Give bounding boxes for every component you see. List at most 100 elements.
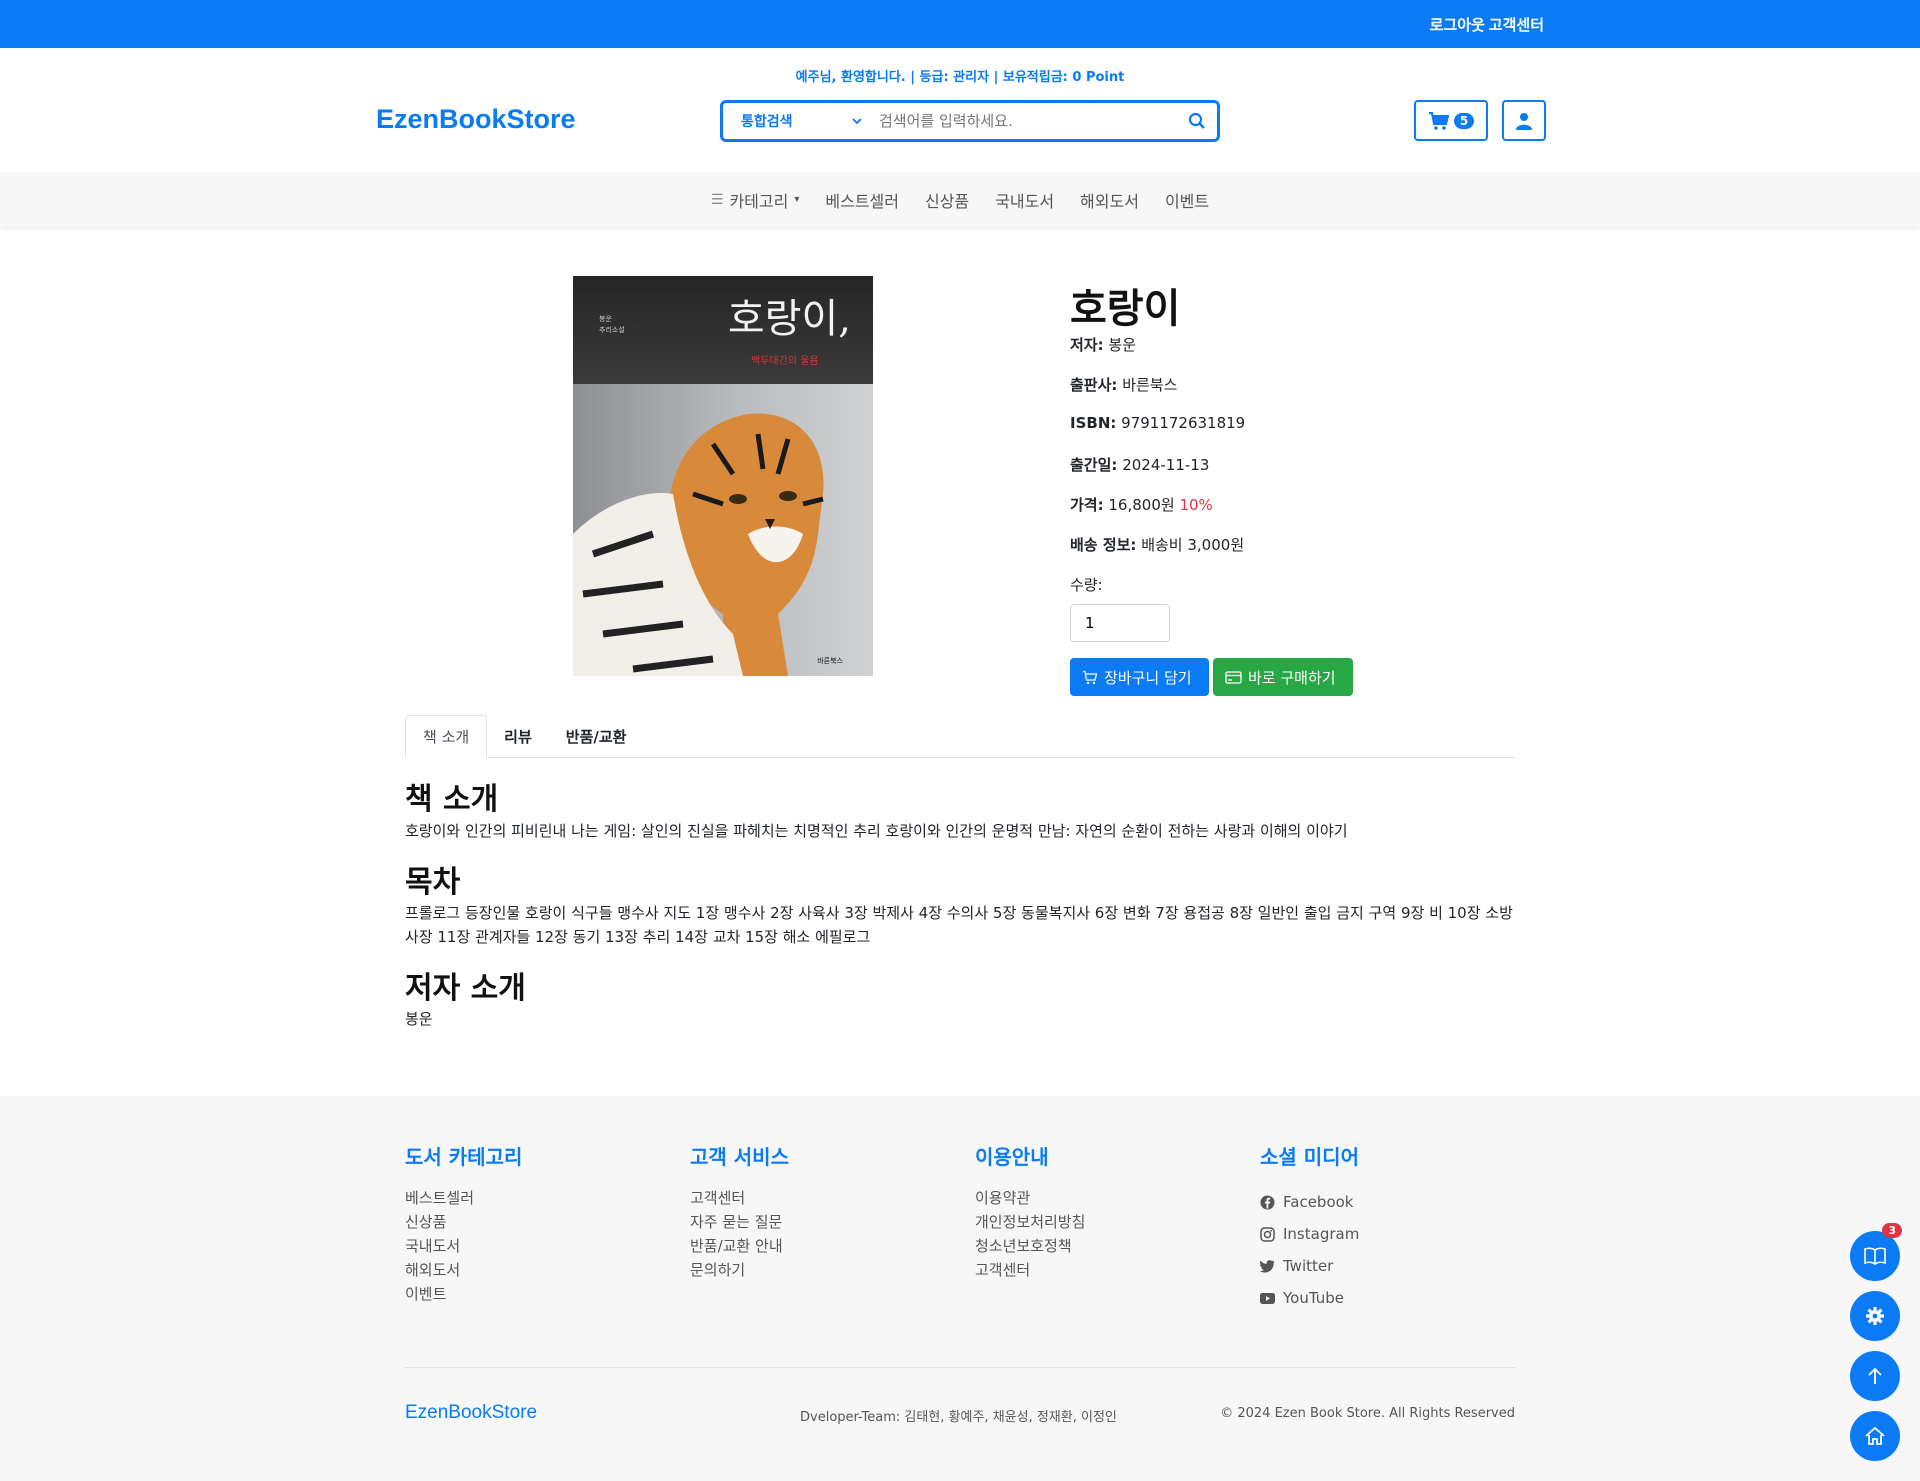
recent-books-button[interactable]: 3 — [1850, 1223, 1902, 1281]
logout-link[interactable]: 로그아웃 — [1430, 14, 1485, 35]
search-input[interactable] — [873, 103, 1177, 139]
search-icon — [1188, 112, 1205, 129]
search-scope-select[interactable]: 통합검색 — [723, 103, 873, 139]
publisher-row: 출판사: 바른북스 — [1070, 376, 1178, 394]
nav-bestseller[interactable]: 베스트셀러 — [825, 188, 899, 212]
footer-divider — [405, 1367, 1515, 1368]
nav-category[interactable]: ☰ 카테고리 ▾ — [711, 188, 799, 212]
cover-title-band: 봉운 추리소설 호랑이, 백두대간의 울음 — [573, 276, 873, 384]
footer-social: 소셜 미디어 Facebook Instagram Twitter YouTub… — [1260, 1141, 1359, 1314]
settings-button[interactable] — [1850, 1291, 1900, 1341]
youtube-icon — [1260, 1292, 1275, 1304]
footer-link-domestic[interactable]: 국내도서 — [405, 1234, 522, 1258]
facebook-icon — [1260, 1195, 1275, 1209]
nav-new[interactable]: 신상품 — [925, 188, 969, 212]
footer-link-bestseller[interactable]: 베스트셀러 — [405, 1186, 522, 1210]
price-value: 16,800원 — [1108, 496, 1175, 514]
gear-icon — [1866, 1307, 1884, 1325]
footer-link-youth[interactable]: 청소년보호정책 — [975, 1234, 1085, 1258]
top-bar: 로그아웃 고객센터 — [0, 0, 1920, 48]
buy-now-button[interactable]: 바로 구매하기 — [1213, 658, 1353, 696]
footer-link-event[interactable]: 이벤트 — [405, 1282, 522, 1306]
cart-count-badge: 5 — [1453, 112, 1475, 129]
footer-categories-title: 도서 카테고리 — [405, 1145, 523, 1169]
nav-category-label: 카테고리 — [729, 191, 789, 211]
facebook-link[interactable]: Facebook — [1260, 1186, 1359, 1218]
user-button[interactable] — [1502, 100, 1546, 141]
tiger-photo: 바른북스 — [573, 384, 873, 676]
book-title: 호랑이 — [1070, 286, 1181, 332]
date-row: 출간일: 2024-11-13 — [1070, 456, 1210, 474]
site-logo[interactable]: EzenBookStore — [376, 104, 576, 135]
tab-returns[interactable]: 반품/교환 — [549, 715, 644, 758]
footer-link-terms[interactable]: 이용약관 — [975, 1186, 1085, 1210]
cart-button[interactable]: 5 — [1414, 100, 1488, 141]
tab-book-intro[interactable]: 책 소개 — [405, 715, 488, 758]
home-button[interactable] — [1850, 1411, 1900, 1461]
nav-event[interactable]: 이벤트 — [1165, 188, 1209, 212]
twitter-link[interactable]: Twitter — [1260, 1250, 1359, 1282]
cart-icon — [1083, 670, 1098, 684]
twitter-icon — [1260, 1259, 1275, 1272]
footer-link-faq[interactable]: 자주 묻는 질문 — [690, 1210, 789, 1234]
scroll-top-button[interactable] — [1850, 1351, 1900, 1401]
caret-down-icon: ▾ — [794, 194, 800, 205]
footer-link-inquiry[interactable]: 문의하기 — [690, 1258, 789, 1282]
arrow-up-icon — [1868, 1367, 1882, 1384]
isbn-row: ISBN: 9791172631819 — [1070, 414, 1246, 432]
footer-link-privacy[interactable]: 개인정보처리방침 — [975, 1210, 1085, 1234]
add-to-cart-label: 장바구니 담기 — [1104, 668, 1192, 687]
quantity-input[interactable] — [1070, 604, 1170, 642]
main-nav: ☰ 카테고리 ▾ 베스트셀러 신상품 국내도서 해외도서 이벤트 — [0, 172, 1920, 227]
credit-card-icon — [1225, 670, 1242, 684]
footer-link-new[interactable]: 신상품 — [405, 1210, 522, 1234]
intro-text: 호랑이와 인간의 피비린내 나는 게임: 살인의 진실을 파헤치는 치명적인 추… — [405, 822, 1348, 840]
publisher-value: 바른북스 — [1122, 376, 1178, 394]
search-button[interactable] — [1177, 103, 1217, 139]
author-row: 저자: 봉운 — [1070, 336, 1136, 354]
footer-guide: 이용안내 이용약관 개인정보처리방침 청소년보호정책 고객센터 — [975, 1141, 1085, 1282]
cover-title: 호랑이, — [727, 296, 851, 342]
footer-link-foreign[interactable]: 해외도서 — [405, 1258, 522, 1282]
youtube-link[interactable]: YouTube — [1260, 1282, 1359, 1314]
footer-link-customer-center[interactable]: 고객센터 — [690, 1186, 789, 1210]
welcome-message: 예주님, 환영합니다. | 등급: 관리자 | 보유적립금: 0 Point — [795, 70, 1125, 85]
footer-link-returns[interactable]: 반품/교환 안내 — [690, 1234, 789, 1258]
cover-author-text: 봉운 추리소설 — [599, 315, 625, 334]
cart-icon — [1428, 111, 1450, 130]
cover-publisher: 바른북스 — [817, 657, 843, 665]
top-links: 로그아웃 고객센터 — [1430, 14, 1544, 35]
footer-social-title: 소셜 미디어 — [1260, 1145, 1359, 1169]
intro-heading: 책 소개 — [405, 782, 499, 817]
shipping-value: 배송비 3,000원 — [1141, 536, 1245, 554]
home-icon — [1865, 1427, 1885, 1445]
quantity-label: 수량: — [1070, 576, 1103, 594]
footer-brand[interactable]: EzenBookStore — [405, 1402, 537, 1424]
author-heading: 저자 소개 — [405, 971, 526, 1006]
instagram-icon — [1260, 1226, 1275, 1242]
price-row: 가격: 16,800원 10% — [1070, 496, 1213, 514]
date-value: 2024-11-13 — [1122, 456, 1210, 474]
recent-count-badge: 3 — [1882, 1223, 1902, 1238]
isbn-value: 9791172631819 — [1121, 414, 1246, 432]
add-to-cart-button[interactable]: 장바구니 담기 — [1070, 658, 1209, 696]
shipping-row: 배송 정보: 배송비 3,000원 — [1070, 536, 1245, 554]
footer-developers: Dveloper-Team: 김태현, 황예주, 채윤성, 정재환, 이정인 — [800, 1410, 1117, 1425]
nav-foreign[interactable]: 해외도서 — [1080, 188, 1139, 212]
toc-heading: 목차 — [405, 865, 461, 900]
chevron-down-icon — [852, 118, 862, 125]
search-scope-label: 통합검색 — [741, 114, 793, 130]
search-bar: 통합검색 — [720, 100, 1220, 142]
footer-link-customer-center-2[interactable]: 고객센터 — [975, 1258, 1085, 1282]
detail-tabs: 책 소개 리뷰 반품/교환 — [405, 715, 1515, 758]
footer-categories: 도서 카테고리 베스트셀러 신상품 국내도서 해외도서 이벤트 — [405, 1141, 522, 1306]
author-text: 봉운 — [405, 1010, 433, 1028]
tab-reviews[interactable]: 리뷰 — [487, 715, 549, 758]
instagram-link[interactable]: Instagram — [1260, 1218, 1359, 1250]
author-value: 봉운 — [1108, 336, 1136, 354]
discount-value: 10% — [1179, 496, 1213, 514]
customer-center-link[interactable]: 고객센터 — [1489, 14, 1544, 35]
nav-domestic[interactable]: 국내도서 — [995, 188, 1054, 212]
user-icon — [1516, 112, 1532, 130]
cover-subtitle: 백두대간의 울음 — [751, 356, 819, 367]
